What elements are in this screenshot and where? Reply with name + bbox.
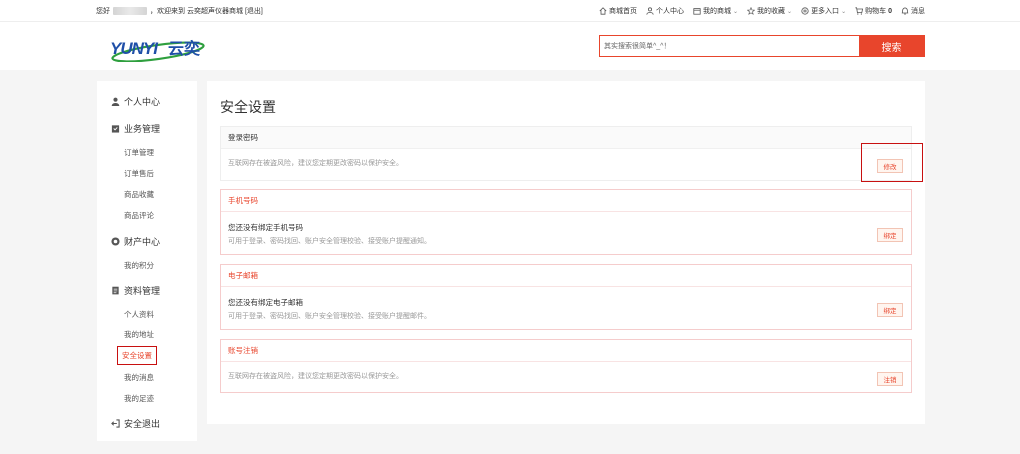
sidebar-item-orders[interactable]: 订单管理 bbox=[124, 147, 154, 158]
logout-icon bbox=[111, 419, 120, 428]
nav-my-shop[interactable]: 我的商城 ⌄ bbox=[693, 6, 738, 16]
nav-home[interactable]: 商城首页 bbox=[599, 6, 637, 16]
password-description: 互联网存在被盗风险，建议您定期更改密码以保护安全。 bbox=[228, 160, 403, 167]
user-icon bbox=[646, 7, 654, 15]
welcome-message: ，欢迎来到 云奕超声仪器商城 bbox=[150, 8, 243, 15]
email-status: 您还没有绑定电子邮箱 bbox=[228, 298, 303, 307]
nav-home-label: 商城首页 bbox=[609, 8, 637, 15]
logout-link[interactable]: [退出] bbox=[245, 6, 263, 16]
nav-messages-label: 消息 bbox=[911, 8, 925, 15]
greeting: 您好 bbox=[96, 8, 110, 15]
shop-icon bbox=[693, 8, 701, 15]
header: YUNYI 云奕 搜索 bbox=[0, 22, 1020, 70]
user-icon bbox=[111, 97, 120, 106]
menu-icon bbox=[801, 7, 809, 15]
svg-text:YUNYI: YUNYI bbox=[110, 39, 159, 58]
nav-favorites[interactable]: 我的收藏 ⌄ bbox=[747, 6, 792, 16]
top-bar: 您好 ，欢迎来到 云奕超声仪器商城 [退出] 商城首页 个人中心 我的商城 ⌄ … bbox=[0, 0, 1020, 22]
welcome-text: 您好 ，欢迎来到 云奕超声仪器商城 [退出] bbox=[96, 6, 263, 16]
star-icon bbox=[747, 7, 756, 15]
nav-cart[interactable]: 购物车 0 bbox=[855, 6, 892, 16]
sidebar-item-after-sales[interactable]: 订单售后 bbox=[124, 168, 154, 179]
sidebar-business: 业务管理 bbox=[111, 122, 160, 135]
sidebar-item-security[interactable]: 安全设置 bbox=[117, 346, 157, 365]
sidebar-assets-label: 财产中心 bbox=[124, 237, 161, 247]
email-card: 电子邮箱 您还没有绑定电子邮箱 可用于登录、密码找回、账户安全管理校验、接受账户… bbox=[220, 264, 912, 330]
coin-icon bbox=[111, 237, 120, 246]
account-cancel-card-header: 账号注销 bbox=[221, 340, 911, 362]
search-button[interactable]: 搜索 bbox=[859, 36, 924, 56]
username-blurred bbox=[113, 7, 147, 15]
cart-icon bbox=[855, 7, 864, 15]
email-description: 可用于登录、密码找回、账户安全管理校验、接受账户提醒邮件。 bbox=[228, 313, 431, 320]
sidebar-business-label: 业务管理 bbox=[124, 124, 161, 134]
search-input[interactable] bbox=[600, 36, 859, 56]
bind-email-button[interactable]: 绑定 bbox=[877, 303, 903, 317]
sidebar-personal-center[interactable]: 个人中心 bbox=[111, 95, 160, 108]
phone-status: 您还没有绑定手机号码 bbox=[228, 223, 303, 232]
nav-more[interactable]: 更多入口 ⌄ bbox=[801, 6, 846, 16]
bind-phone-button[interactable]: 绑定 bbox=[877, 228, 903, 242]
nav-more-label: 更多入口 bbox=[811, 8, 840, 15]
clipboard-icon bbox=[111, 125, 120, 133]
password-card-header: 登录密码 bbox=[221, 127, 911, 149]
nav-cart-label: 购物车 bbox=[865, 8, 887, 15]
sidebar-item-points[interactable]: 我的积分 bbox=[124, 260, 154, 271]
highlight-box bbox=[861, 143, 923, 182]
bell-icon bbox=[901, 7, 909, 15]
sidebar-profile-management-label: 资料管理 bbox=[124, 286, 161, 296]
sidebar: 个人中心 业务管理 订单管理 订单售后 商品收藏 商品评论 财产中心 我的积分 … bbox=[97, 81, 197, 441]
nav-personal[interactable]: 个人中心 bbox=[646, 6, 684, 16]
site-logo[interactable]: YUNYI 云奕 bbox=[108, 32, 213, 62]
nav-my-shop-label: 我的商城 bbox=[703, 8, 731, 15]
sidebar-item-footprints[interactable]: 我的足迹 bbox=[124, 393, 154, 404]
sidebar-logout-label: 安全退出 bbox=[124, 419, 161, 429]
phone-card: 手机号码 您还没有绑定手机号码 可用于登录、密码找回、账户安全管理校验、接受账户… bbox=[220, 189, 912, 255]
search-bar: 搜索 bbox=[599, 35, 925, 57]
phone-card-header: 手机号码 bbox=[221, 190, 911, 212]
account-cancel-description: 互联网存在被盗风险，建议您定期更改密码以保护安全。 bbox=[228, 373, 403, 380]
nav-personal-label: 个人中心 bbox=[656, 8, 684, 15]
sidebar-profile-management: 资料管理 bbox=[111, 284, 160, 297]
chevron-down-icon: ⌄ bbox=[841, 8, 847, 15]
account-cancel-card: 账号注销 互联网存在被盗风险，建议您定期更改密码以保护安全。 注销 bbox=[220, 339, 912, 393]
chevron-down-icon: ⌄ bbox=[733, 8, 739, 15]
nav-messages[interactable]: 消息 bbox=[901, 6, 925, 16]
sidebar-logout[interactable]: 安全退出 bbox=[111, 417, 160, 430]
sidebar-item-messages[interactable]: 我的消息 bbox=[124, 372, 154, 383]
email-card-header: 电子邮箱 bbox=[221, 265, 911, 287]
sidebar-personal-center-label: 个人中心 bbox=[124, 97, 161, 107]
sidebar-item-address[interactable]: 我的地址 bbox=[124, 329, 154, 340]
top-nav: 商城首页 个人中心 我的商城 ⌄ 我的收藏 ⌄ 更多入口 ⌄ 购物车 0 消息 bbox=[599, 6, 925, 16]
sidebar-item-personal-info[interactable]: 个人资料 bbox=[124, 309, 154, 320]
cart-count: 0 bbox=[888, 7, 892, 15]
page-title: 安全设置 bbox=[220, 99, 276, 115]
document-icon bbox=[112, 286, 119, 295]
sidebar-item-favorites[interactable]: 商品收藏 bbox=[124, 189, 154, 200]
nav-favorites-label: 我的收藏 bbox=[757, 8, 786, 15]
svg-text:云奕: 云奕 bbox=[168, 39, 200, 58]
phone-description: 可用于登录、密码找回、账户安全管理校验、接受账户提醒通知。 bbox=[228, 238, 431, 245]
home-icon bbox=[599, 7, 607, 15]
password-card: 登录密码 互联网存在被盗风险，建议您定期更改密码以保护安全。 修改 bbox=[220, 126, 912, 181]
chevron-down-icon: ⌄ bbox=[787, 8, 793, 15]
main-content: 安全设置 登录密码 互联网存在被盗风险，建议您定期更改密码以保护安全。 修改 手… bbox=[207, 81, 925, 424]
sidebar-item-reviews[interactable]: 商品评论 bbox=[124, 210, 154, 221]
cancel-account-button[interactable]: 注销 bbox=[877, 372, 903, 386]
sidebar-assets: 财产中心 bbox=[111, 235, 160, 248]
